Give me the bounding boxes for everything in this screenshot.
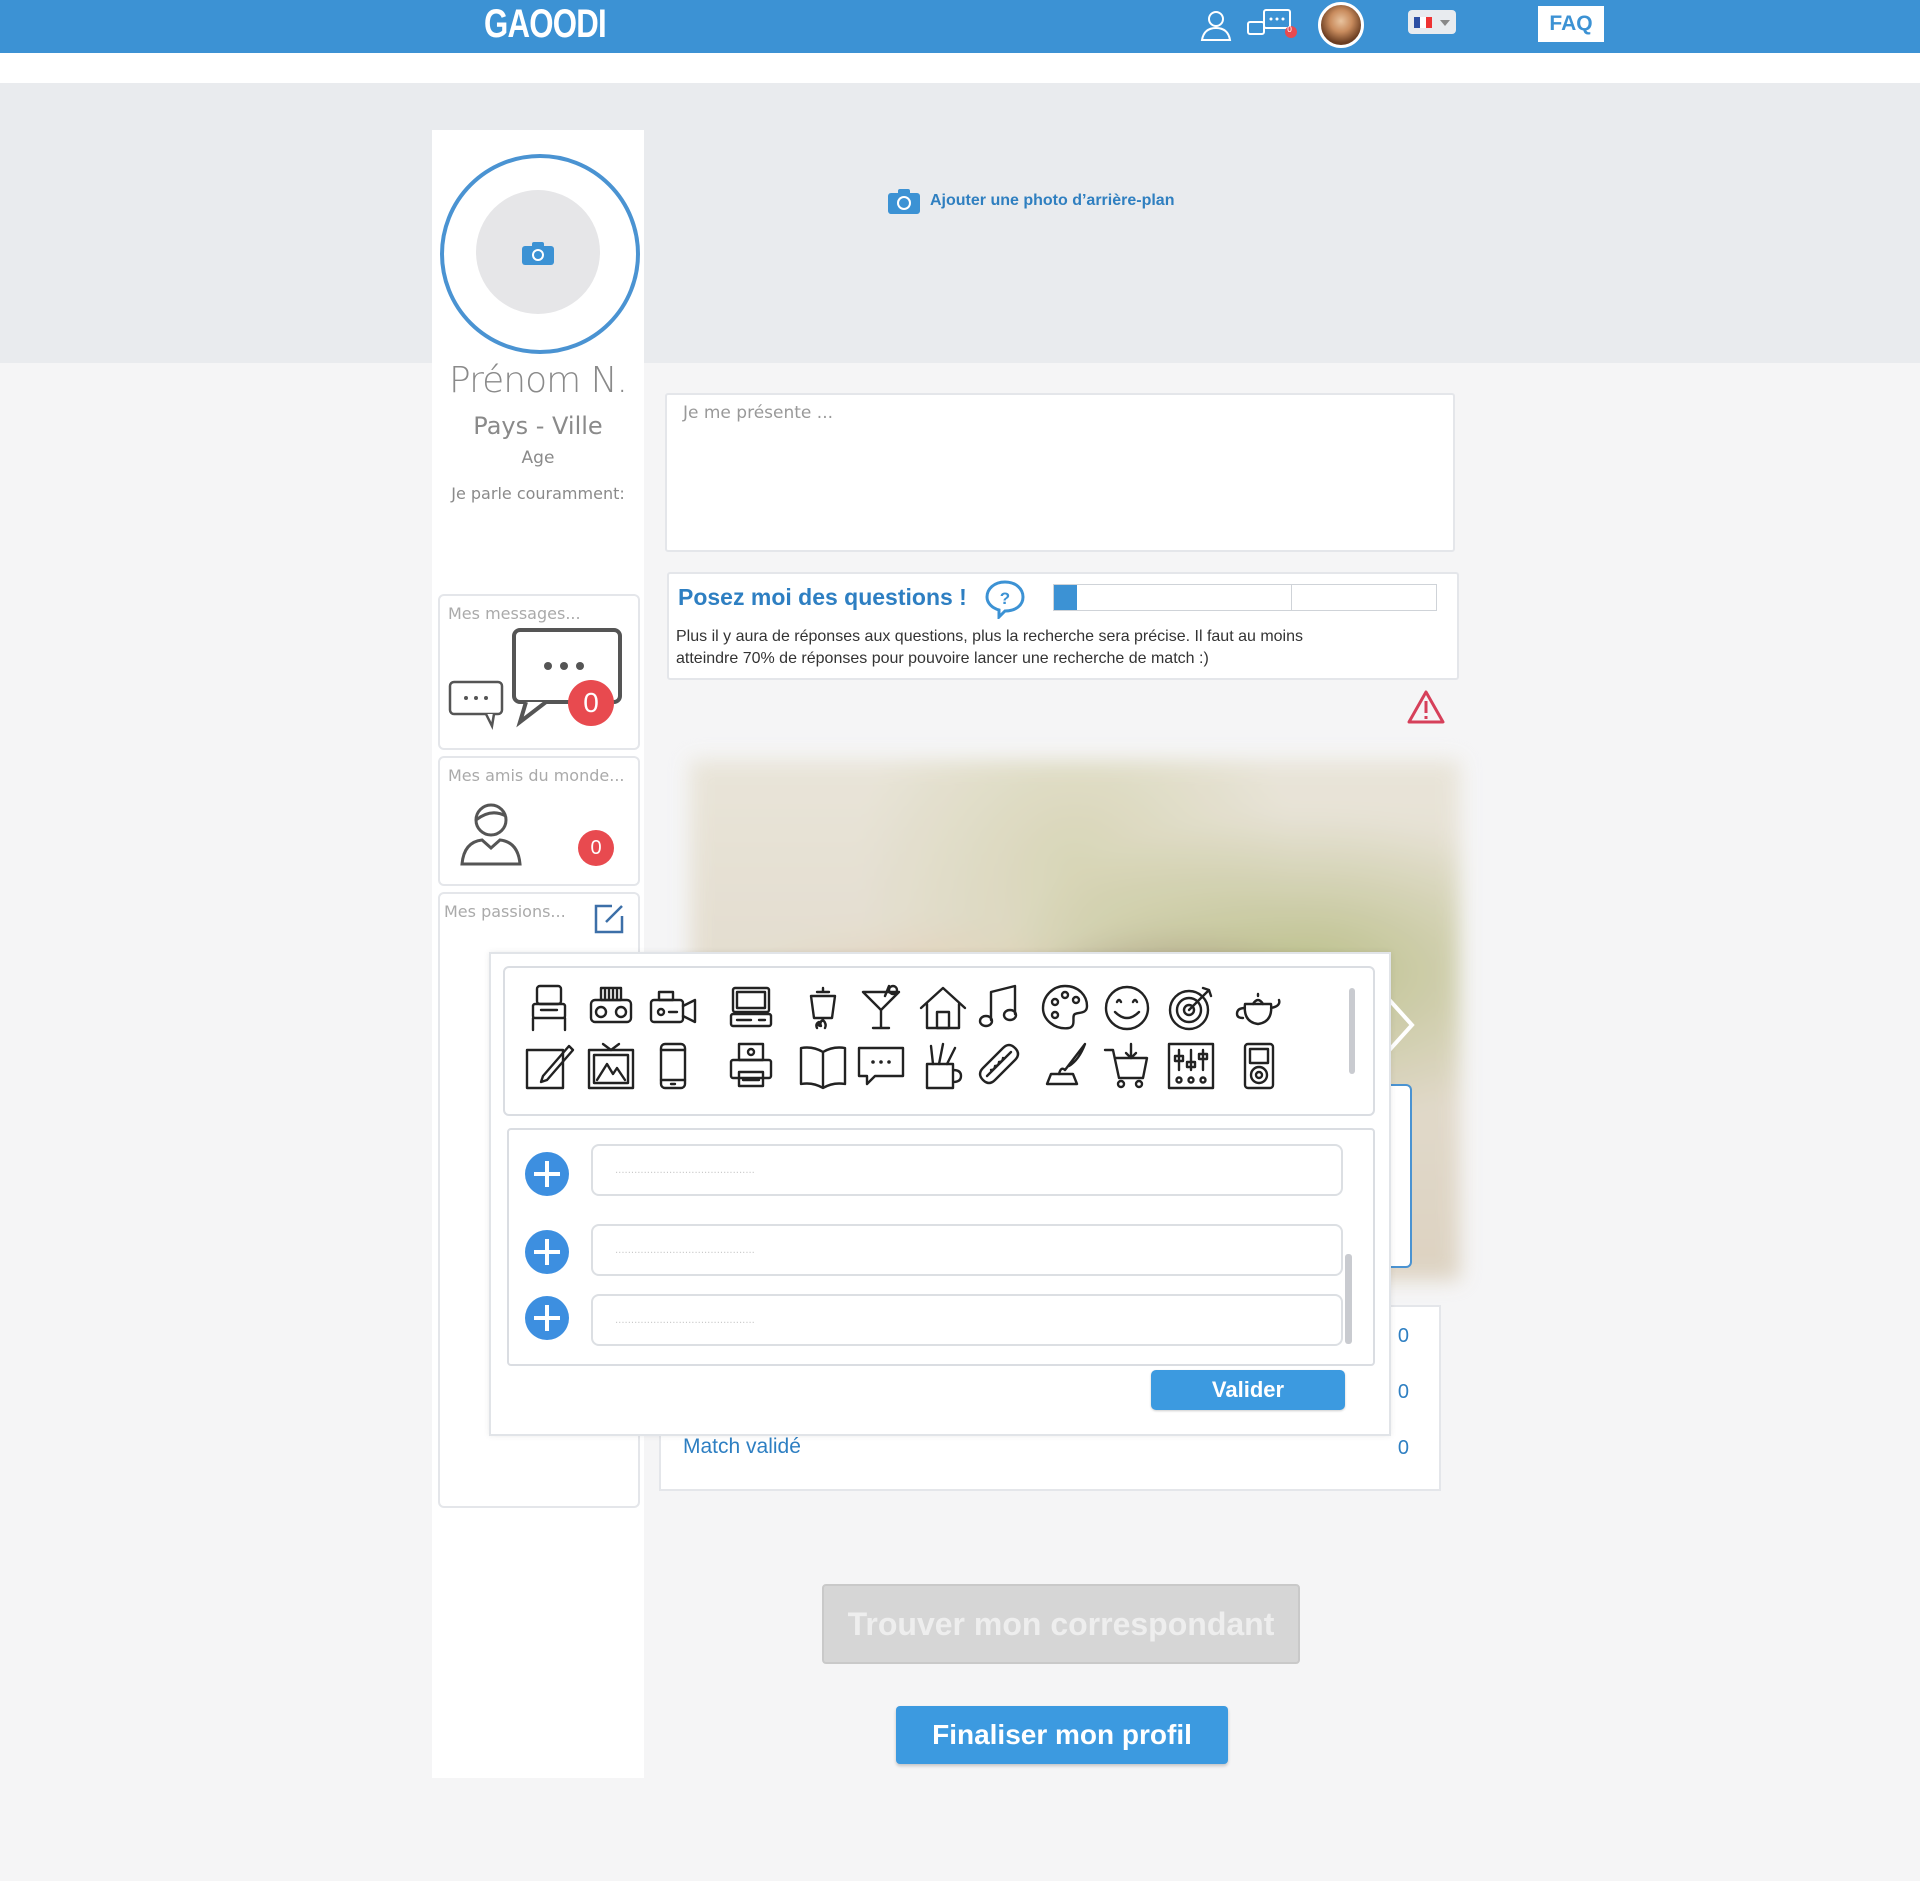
target-icon[interactable] <box>1165 982 1217 1034</box>
add-passion-button[interactable] <box>525 1296 569 1340</box>
header-spacer <box>0 53 1920 83</box>
cover-banner <box>0 83 1920 363</box>
pencil-cup-icon[interactable] <box>917 1040 969 1092</box>
messages-count-badge: 0 <box>568 680 614 726</box>
quill-inkwell-icon[interactable] <box>1039 1040 1091 1092</box>
camcorder-icon[interactable] <box>647 982 699 1034</box>
palette-icon[interactable] <box>1039 982 1091 1034</box>
friends-card[interactable]: Mes amis du monde... 0 <box>438 756 640 886</box>
questions-progress-bar <box>1053 584 1437 611</box>
finalize-profile-button[interactable]: Finaliser mon profil <box>896 1706 1228 1764</box>
smiley-icon[interactable] <box>1101 982 1153 1034</box>
friends-count-badge: 0 <box>578 830 614 866</box>
smartphone-icon[interactable] <box>647 1040 699 1092</box>
passion-input[interactable] <box>591 1144 1343 1196</box>
language-selector[interactable] <box>1408 10 1456 34</box>
validate-button[interactable]: Valider <box>1151 1370 1345 1410</box>
questions-progress-threshold <box>1291 585 1292 610</box>
questions-title: Posez moi des questions ! <box>678 584 967 610</box>
questions-panel: Posez moi des questions ! ? Plus il y au… <box>667 572 1459 680</box>
question-bubble-icon: ? <box>985 580 1025 619</box>
add-background-photo-label: Ajouter une photo d’arrière-plan <box>930 192 1175 209</box>
friends-card-title: Mes amis du monde... <box>448 766 625 785</box>
house-icon[interactable] <box>917 982 969 1034</box>
chevron-down-icon <box>1440 20 1450 26</box>
user-icon[interactable] <box>1196 6 1236 46</box>
shopping-cart-icon[interactable] <box>1101 1040 1153 1092</box>
camera-icon <box>888 189 920 214</box>
passions-card-title: Mes passions... <box>444 902 566 921</box>
painting-icon[interactable] <box>585 1040 637 1092</box>
validated-match-value: 0 <box>1397 1437 1409 1459</box>
find-match-button[interactable]: Trouver mon correspondant <box>822 1584 1300 1664</box>
passion-input[interactable] <box>591 1294 1343 1346</box>
profile-location: Pays - Ville <box>473 412 603 440</box>
chat-icon[interactable]: 0 <box>1246 6 1298 46</box>
messages-card-title: Mes messages... <box>448 604 581 623</box>
validated-match-label: Match validé <box>683 1435 801 1458</box>
cooking-pot-icon[interactable] <box>797 982 849 1034</box>
entries-scrollbar[interactable] <box>1345 1254 1352 1344</box>
cocktail-icon[interactable] <box>855 982 907 1034</box>
book-icon[interactable] <box>797 1040 849 1092</box>
seat-icon[interactable] <box>523 982 575 1034</box>
avatar[interactable] <box>1318 2 1364 48</box>
warning-icon[interactable] <box>1406 689 1446 725</box>
music-note-icon[interactable] <box>973 982 1025 1034</box>
passion-input[interactable] <box>591 1224 1343 1276</box>
computer-icon[interactable] <box>725 982 777 1034</box>
passion-entries-panel <box>507 1128 1375 1366</box>
camera-icon[interactable] <box>521 240 555 270</box>
svg-text:?: ? <box>1000 589 1010 608</box>
passion-icon-grid <box>503 966 1375 1116</box>
hotdog-icon[interactable] <box>973 1040 1025 1092</box>
printer-icon[interactable] <box>725 1040 777 1092</box>
profile-languages: Je parle couramment: <box>451 484 625 503</box>
ipod-icon[interactable] <box>1233 1040 1285 1092</box>
stat-value: 0 <box>1397 1381 1409 1403</box>
questions-explanation: Plus il y aura de réponses aux questions… <box>676 628 1303 667</box>
speech-bubble-icon[interactable] <box>855 1040 907 1092</box>
add-passion-button[interactable] <box>525 1230 569 1274</box>
icon-grid-scrollbar[interactable] <box>1349 988 1355 1074</box>
notepad-pencil-icon[interactable] <box>523 1040 575 1092</box>
site-logo[interactable]: GAOODI <box>484 2 607 47</box>
profile-age: Age <box>521 448 555 468</box>
questions-progress-fill <box>1054 585 1077 610</box>
messages-count-badge: 0 <box>1287 25 1293 34</box>
fr-flag-icon <box>1414 17 1432 28</box>
teapot-icon[interactable] <box>1233 982 1285 1034</box>
boombox-icon[interactable] <box>585 982 637 1034</box>
faq-button[interactable]: FAQ <box>1538 6 1604 42</box>
mixer-icon[interactable] <box>1165 1040 1217 1092</box>
messages-card[interactable]: Mes messages... 0 <box>438 594 640 750</box>
add-background-photo-button[interactable]: Ajouter une photo d’arrière-plan <box>888 188 1174 214</box>
user-icon <box>460 803 522 866</box>
top-navigation-bar <box>0 0 1920 53</box>
edit-icon[interactable] <box>592 902 626 936</box>
self-introduction-field[interactable]: Je me présente ... <box>665 393 1455 552</box>
passions-popup: Valider <box>489 952 1391 1436</box>
profile-name: Prénom N. <box>449 360 628 401</box>
add-passion-button[interactable] <box>525 1152 569 1196</box>
stat-value: 0 <box>1397 1325 1409 1347</box>
